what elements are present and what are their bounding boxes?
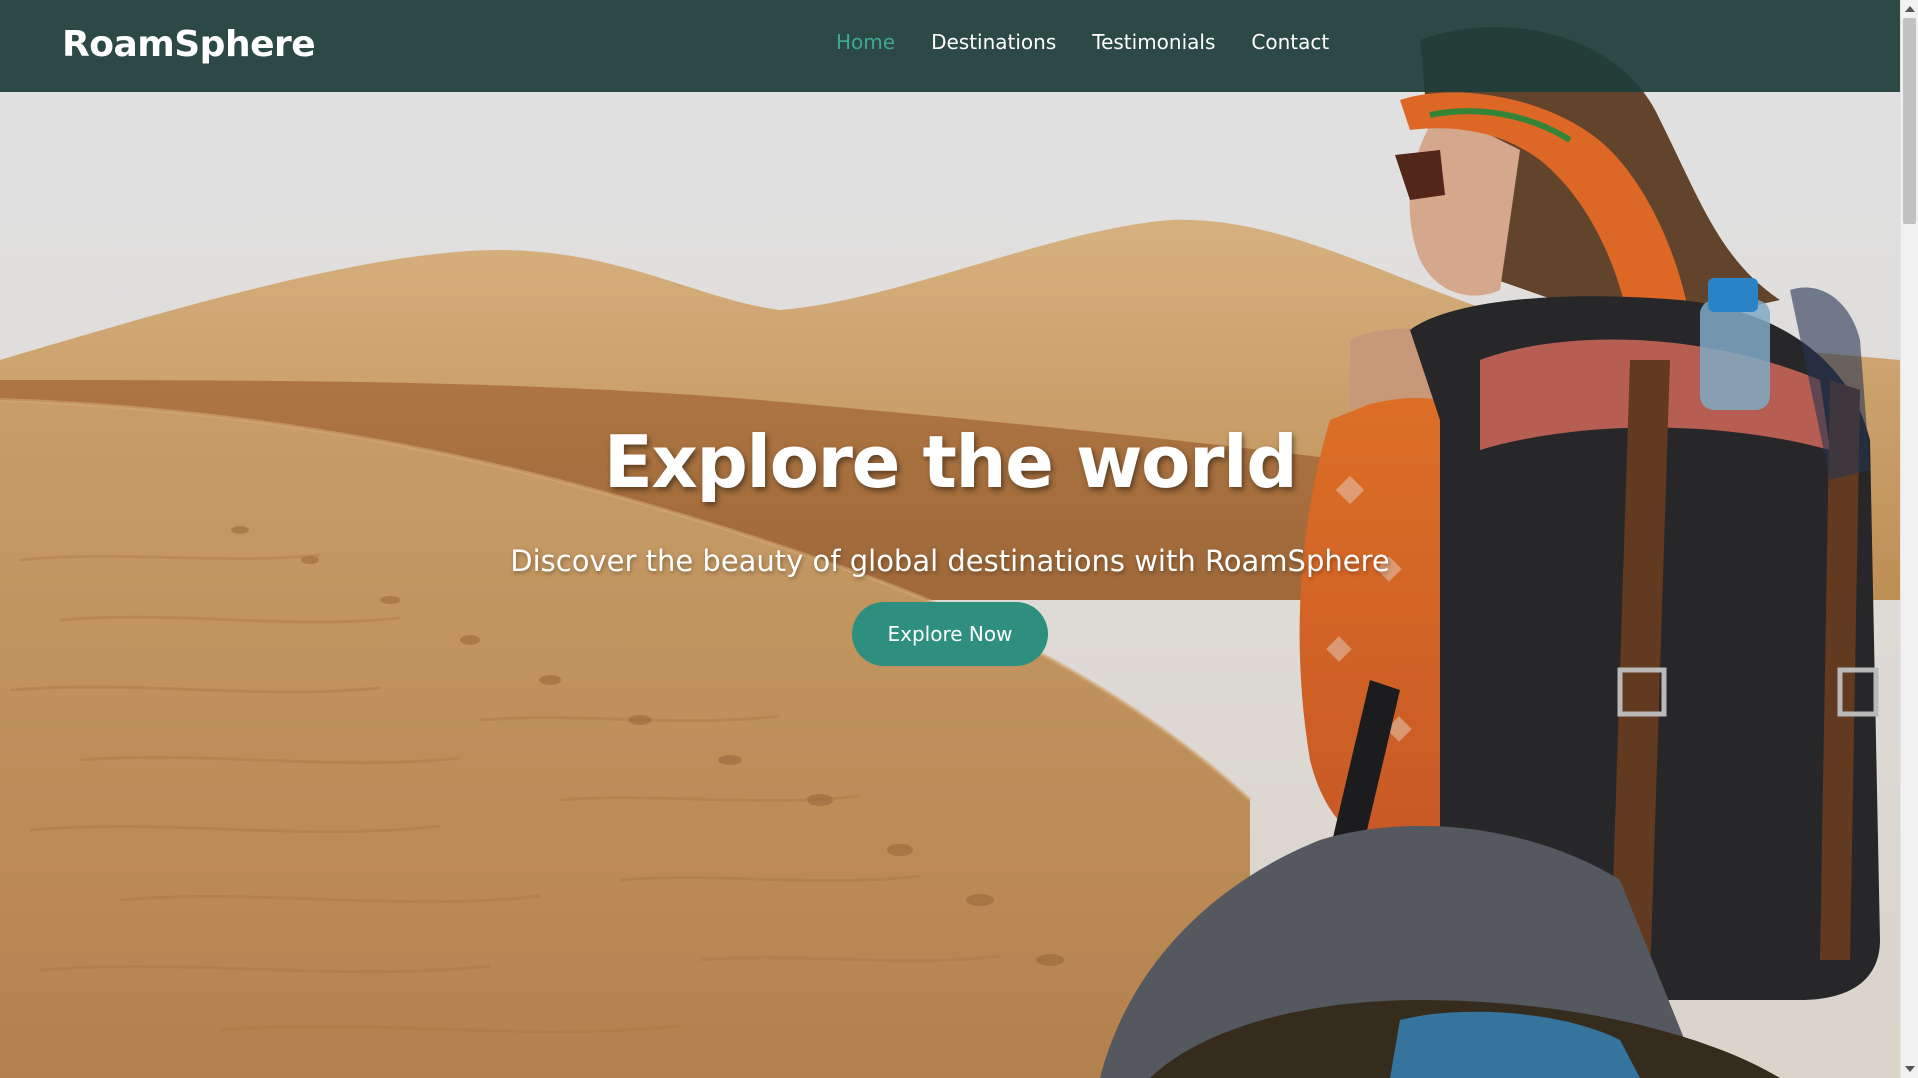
page-viewport: RoamSphere Home Destinations Testimonial… bbox=[0, 0, 1900, 1078]
nav-link-testimonials[interactable]: Testimonials bbox=[1092, 30, 1215, 54]
chevron-up-icon[interactable] bbox=[1905, 6, 1915, 12]
page-scrollbar[interactable] bbox=[1900, 0, 1918, 1078]
nav-link-home[interactable]: Home bbox=[836, 30, 895, 54]
chevron-down-icon[interactable] bbox=[1905, 1066, 1915, 1072]
hero-content: Explore the world Discover the beauty of… bbox=[0, 420, 1900, 666]
scrollbar-thumb[interactable] bbox=[1903, 18, 1916, 224]
brand-logo[interactable]: RoamSphere bbox=[62, 24, 316, 65]
nav-menu: Home Destinations Testimonials Contact bbox=[836, 30, 1329, 54]
explore-now-button[interactable]: Explore Now bbox=[852, 602, 1048, 666]
top-navbar: RoamSphere Home Destinations Testimonial… bbox=[0, 0, 1900, 92]
hero-title: Explore the world bbox=[603, 420, 1298, 504]
nav-link-contact[interactable]: Contact bbox=[1251, 30, 1329, 54]
hero-subtitle: Discover the beauty of global destinatio… bbox=[510, 544, 1390, 578]
nav-link-destinations[interactable]: Destinations bbox=[931, 30, 1056, 54]
